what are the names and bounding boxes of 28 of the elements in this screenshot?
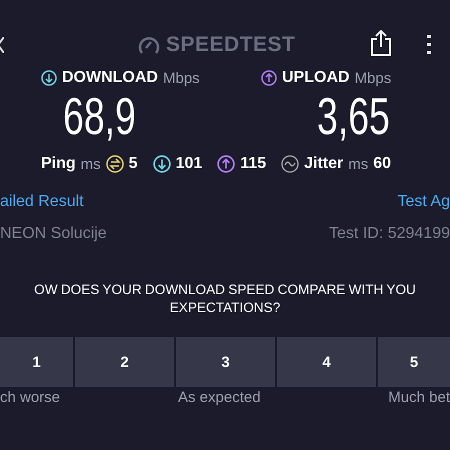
detailed-result-link[interactable]: ailed Result <box>0 193 84 211</box>
rating-option[interactable]: 3 <box>176 337 275 387</box>
unit-label: Mbps <box>354 70 392 86</box>
scale-label: ch worse <box>0 389 60 406</box>
rating-option[interactable]: 5 <box>378 337 450 387</box>
speed-value: 68,9 <box>63 87 136 147</box>
rating-option[interactable]: 2 <box>75 337 174 387</box>
jitter-label: Jitter <box>304 155 344 173</box>
jitter-value: 60 <box>373 155 392 173</box>
scale-label: As expected <box>178 389 261 406</box>
ping-value: 5 <box>128 155 138 173</box>
app-title: SPEEDTEST <box>166 33 296 57</box>
unit-label: ms <box>348 156 368 172</box>
result-label: UPLOAD <box>282 69 350 87</box>
test-id: Test ID: 5294199 <box>329 225 450 243</box>
ping-label: Ping <box>41 155 76 173</box>
scale-label: Much bet <box>388 389 450 406</box>
test-again-link[interactable]: Test Ag <box>398 193 450 211</box>
ping-value: 101 <box>176 155 202 173</box>
survey-question: OW DOES YOUR DOWNLOAD SPEED COMPARE WITH YOU EXPECTATIONS? <box>33 281 417 317</box>
provider-name: NEON Solucije <box>0 225 107 243</box>
rating-option[interactable]: 1 <box>0 337 73 387</box>
result-label: DOWNLOAD <box>62 69 158 87</box>
rating-option[interactable]: 4 <box>277 337 376 387</box>
speed-value: 3,65 <box>317 87 390 147</box>
unit-label: ms <box>80 156 101 172</box>
ping-value: 115 <box>240 155 266 173</box>
unit-label: Mbps <box>162 70 200 86</box>
